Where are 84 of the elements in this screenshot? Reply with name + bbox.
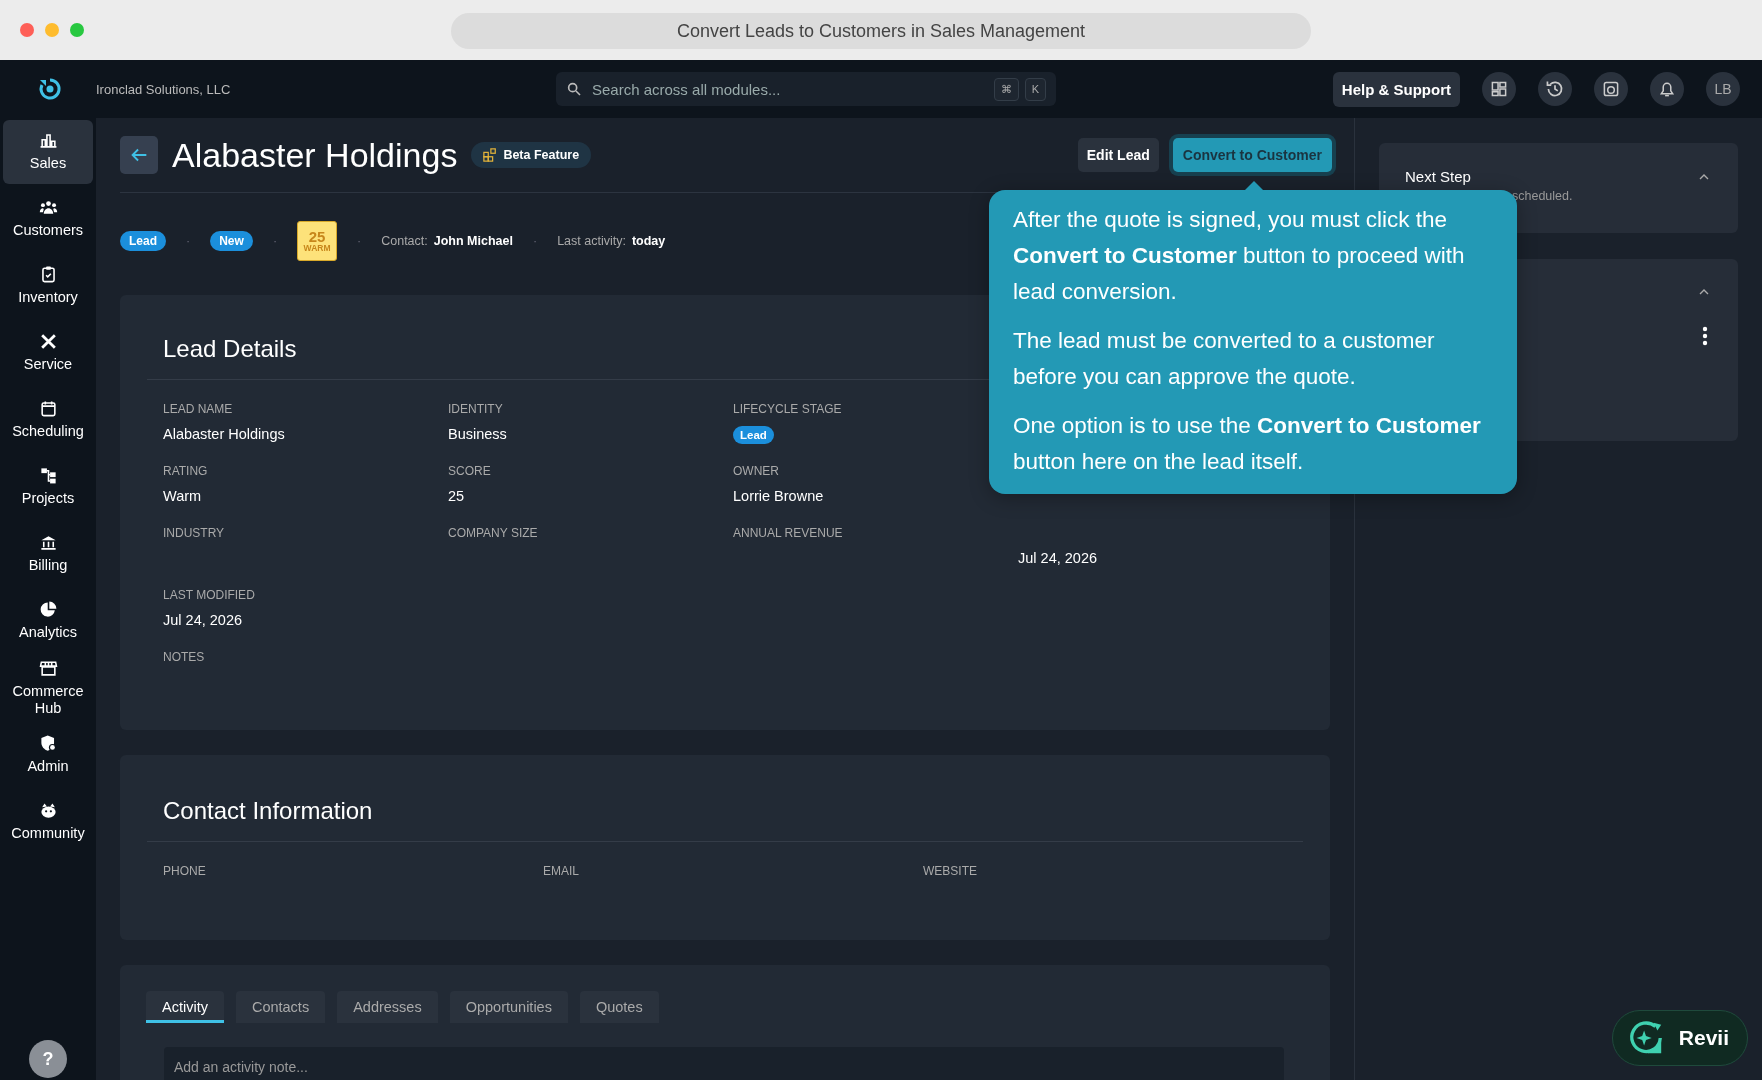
- stage-pill: Lead: [733, 426, 774, 444]
- score-badge: 25 WARM: [297, 221, 338, 261]
- hierarchy-icon: [38, 466, 58, 486]
- field-label: LAST MODIFIED: [163, 588, 256, 604]
- contact-name[interactable]: John Michael: [433, 234, 513, 248]
- stage-pill: Lead: [120, 231, 166, 251]
- community-icon: [38, 801, 58, 821]
- page-title: Alabaster Holdings: [172, 135, 458, 175]
- field-value: Warm: [163, 488, 203, 504]
- shield-icon: [38, 734, 58, 754]
- close-window-icon[interactable]: [20, 23, 34, 37]
- sidebar-item[interactable]: Admin: [3, 723, 93, 787]
- more-options-icon[interactable]: [1702, 326, 1708, 346]
- field-label: ANNUAL REVENUE: [733, 526, 844, 542]
- activity-value: today: [631, 234, 666, 248]
- sidebar-item[interactable]: Inventory: [3, 254, 93, 318]
- bank-icon: [38, 533, 58, 553]
- field-label: PHONE: [163, 864, 207, 880]
- sidebar-item[interactable]: Billing: [3, 522, 93, 586]
- status-pill: New: [210, 231, 253, 251]
- field-value: Alabaster Holdings: [163, 426, 286, 442]
- logo-icon[interactable]: [38, 77, 62, 101]
- section-title: Lead Details: [163, 334, 297, 364]
- blocks-icon: [483, 148, 498, 162]
- field-label: SCORE: [448, 464, 492, 480]
- tooltip-text: One option is to use the Convert to Customer button here on the lead itself.: [1013, 412, 1482, 476]
- tab[interactable]: Activity: [146, 991, 224, 1023]
- history-icon[interactable]: [1538, 72, 1572, 106]
- sidebar-item[interactable]: Projects: [3, 455, 93, 519]
- field-value: 25: [448, 488, 466, 504]
- bar-chart-icon: [38, 131, 58, 151]
- tab[interactable]: Addresses: [337, 991, 438, 1023]
- help-support-button[interactable]: Help & Support: [1332, 71, 1460, 107]
- section-title: Contact Information: [163, 796, 373, 826]
- back-button[interactable]: [120, 136, 158, 174]
- field-label: NOTES: [163, 650, 206, 666]
- separator-dot: ·: [532, 234, 538, 248]
- pie-chart-icon: [38, 600, 58, 620]
- tab[interactable]: Quotes: [579, 991, 659, 1023]
- storefront-icon: [38, 658, 58, 678]
- activity-note-field[interactable]: Add an activity note...: [164, 1047, 1284, 1080]
- separator-dot: ·: [272, 234, 278, 248]
- search-icon: [566, 81, 582, 97]
- dashboard-icon[interactable]: [1482, 72, 1516, 106]
- activity-label: Last activity:: [557, 234, 626, 248]
- sidebar-item[interactable]: Commerce Hub: [3, 656, 93, 720]
- edit-button[interactable]: Edit Lead: [1077, 138, 1159, 172]
- user-avatar[interactable]: LB: [1706, 72, 1740, 106]
- keyboard-key: ⌘: [993, 78, 1019, 101]
- calendar-icon: [38, 399, 58, 419]
- card-title: Next Step: [1405, 168, 1471, 185]
- field-label: COMPANY SIZE: [448, 526, 539, 542]
- field-label: RATING: [163, 464, 209, 480]
- field-label: EMAIL: [543, 864, 580, 880]
- tooltip-text: After the quote is signed, you must click the Convert to Customer button to proceed with lead conversion.: [1013, 206, 1466, 306]
- sidebar-item[interactable]: Scheduling: [3, 388, 93, 452]
- keyboard-key: K: [1024, 78, 1046, 101]
- field-label: LIFECYCLE STAGE: [733, 402, 843, 418]
- field-value: Jul 24, 2026: [1018, 550, 1098, 566]
- field-label: OWNER: [733, 464, 780, 480]
- bell-icon[interactable]: [1650, 72, 1684, 106]
- sidebar-item[interactable]: Service: [3, 321, 93, 385]
- field-label: WEBSITE: [923, 864, 978, 880]
- field-label: LEAD NAME: [163, 402, 234, 418]
- field-value: Jul 24, 2026: [163, 612, 243, 628]
- field-label: INDUSTRY: [163, 526, 226, 542]
- sidebar-item[interactable]: Customers: [3, 187, 93, 251]
- beta-badge: Beta Feature: [471, 142, 592, 168]
- field-value: Business: [448, 426, 508, 442]
- tab[interactable]: Opportunities: [449, 991, 568, 1023]
- window-title: Convert Leads to Customers in Sales Management: [451, 13, 1311, 49]
- tooltip-text: The lead must be converted to a customer before you can approve the quote.: [1013, 327, 1436, 391]
- assistant-button[interactable]: Revii: [1611, 1010, 1748, 1066]
- field-label: IDENTITY: [448, 402, 504, 418]
- field-value: Lorrie Browne: [733, 488, 825, 504]
- separator-dot: ·: [186, 234, 191, 248]
- company-name: Ironclad Solutions, LLC: [96, 81, 232, 97]
- contact-label: Contact:: [381, 234, 428, 248]
- sidebar-item[interactable]: Analytics: [3, 589, 93, 653]
- tab[interactable]: Contacts: [235, 991, 326, 1023]
- separator-dot: ·: [357, 234, 362, 248]
- sidebar-item[interactable]: Community: [3, 790, 93, 854]
- card-text: scheduled.: [1512, 189, 1574, 203]
- sidebar-item[interactable]: Sales: [3, 120, 93, 184]
